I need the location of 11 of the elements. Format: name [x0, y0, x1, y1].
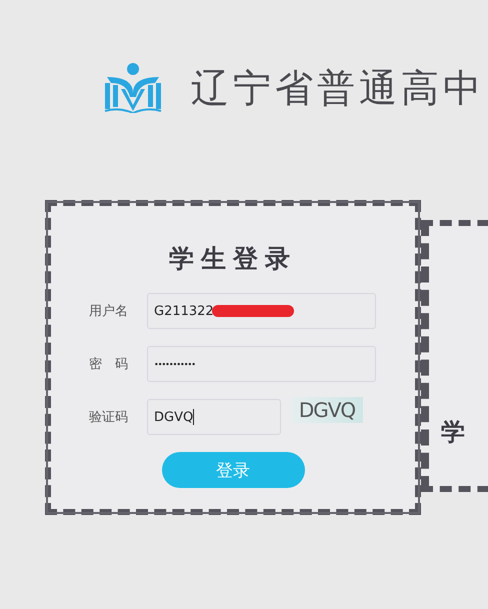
captcha-field[interactable]: DGVQ: [147, 399, 281, 435]
side-card-title: 学: [441, 417, 465, 446]
password-field[interactable]: •••••••••••: [147, 346, 376, 382]
book-logo-icon: [103, 63, 163, 113]
field-label: 密 码: [89, 356, 129, 373]
captcha-image[interactable]: DGVQ: [291, 397, 363, 423]
login-title: 学生登录: [169, 243, 297, 275]
field-label: 验证码: [89, 409, 129, 426]
username-field[interactable]: G211322: [147, 293, 376, 329]
field-label: 用户名: [89, 303, 129, 320]
site-title: 辽宁省普通高中: [191, 64, 485, 112]
